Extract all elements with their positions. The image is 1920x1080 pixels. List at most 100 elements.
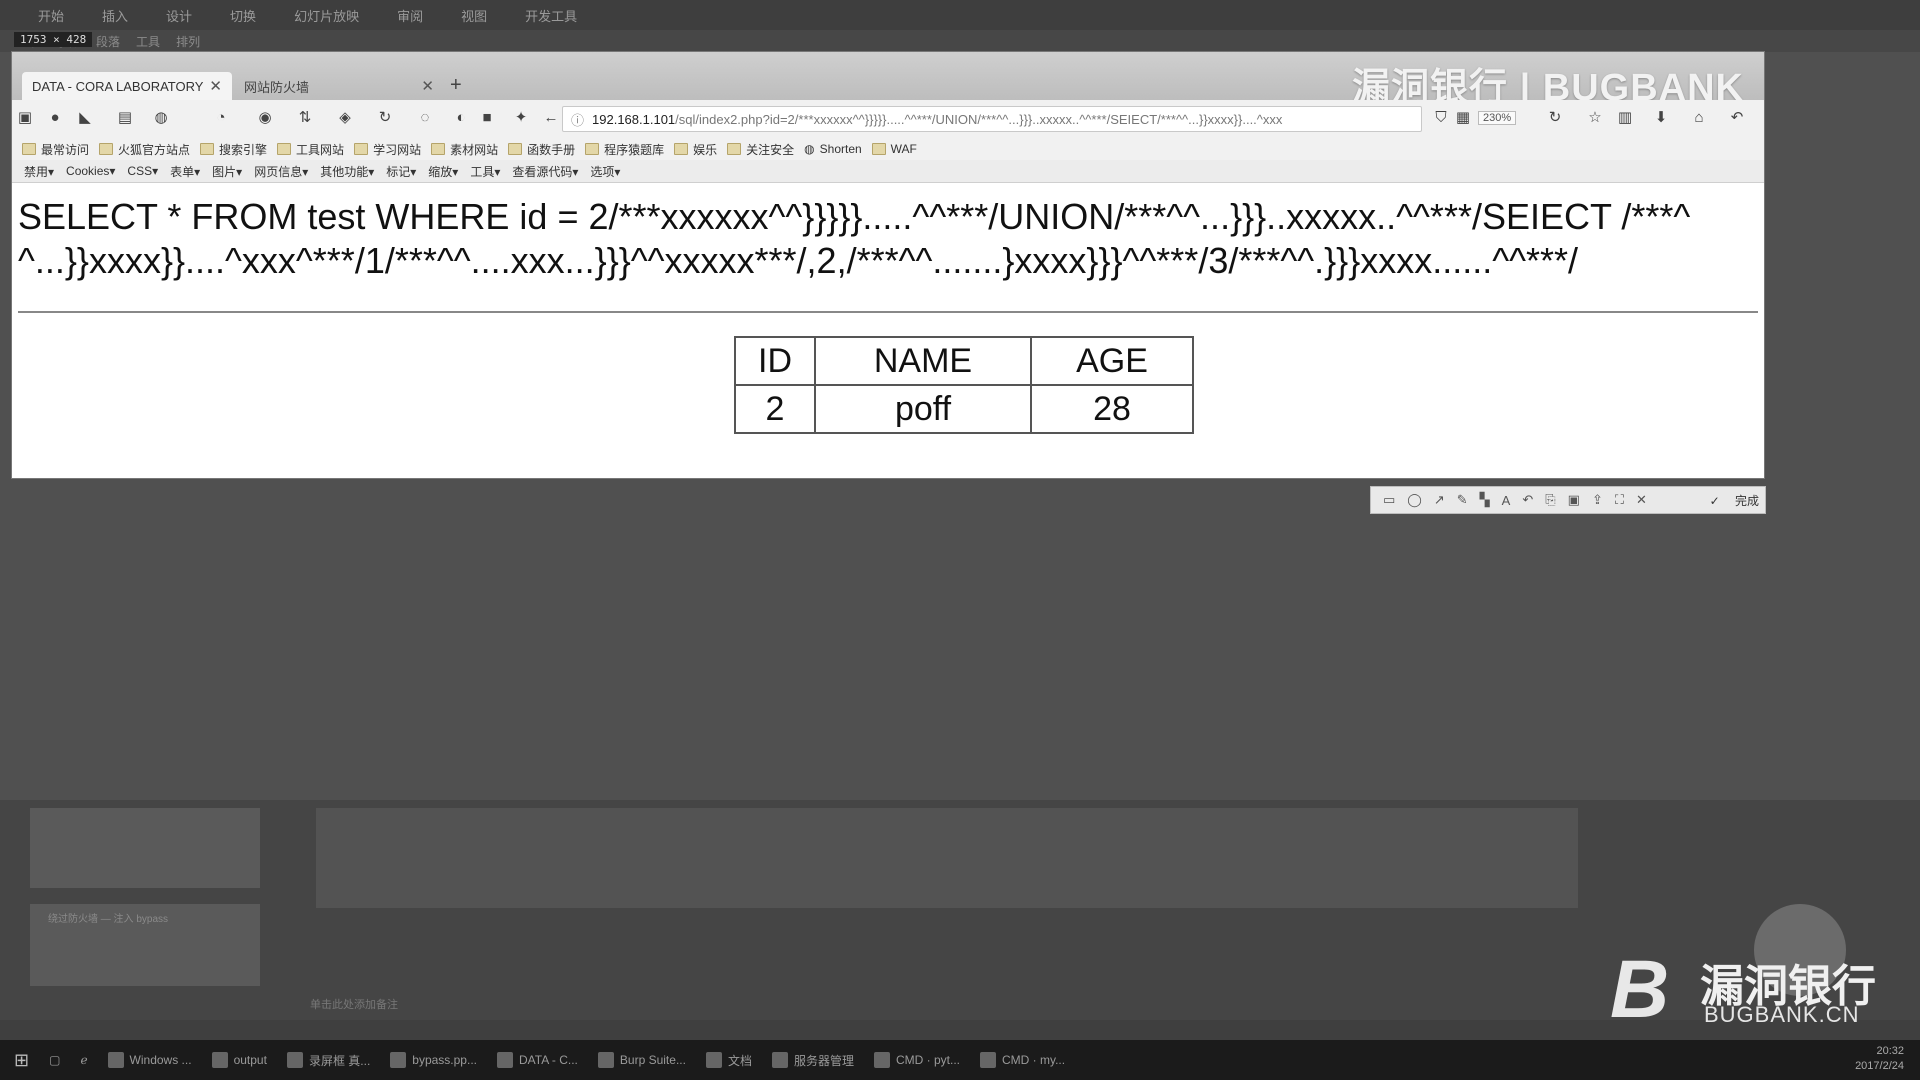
refresh-addon-icon[interactable]: ↻ [376, 109, 394, 127]
arrow-tool-icon[interactable]: ↗ [1434, 492, 1445, 508]
globe-icon[interactable]: ◍ [152, 109, 170, 127]
devtool-menu[interactable]: 查看源代码▾ [512, 163, 578, 180]
undo-icon[interactable]: ↶ [1728, 109, 1746, 127]
menu-item[interactable]: 开发工具 [525, 6, 577, 25]
system-clock[interactable]: 20:32 2017/2/24 [1855, 1044, 1904, 1074]
back-arrow-icon[interactable]: ← [542, 109, 560, 127]
lock-icon[interactable]: ◈ [336, 109, 354, 127]
wand-icon[interactable]: ✦ [512, 109, 530, 127]
table-row: 2 poff 28 [734, 384, 1194, 434]
devtool-menu[interactable]: 网页信息▾ [254, 163, 308, 180]
ribbon-item[interactable]: 工具 [136, 33, 160, 50]
download-icon[interactable]: ⬇ [1652, 109, 1670, 127]
bookmark-item[interactable]: 素材网站 [431, 141, 498, 158]
pen-tool-icon[interactable]: ✎ [1457, 492, 1468, 508]
done-button[interactable]: ✓ 完成 [1710, 492, 1759, 509]
bookmark-item[interactable]: 学习网站 [354, 141, 421, 158]
taskbar-app[interactable]: CMD · my... [980, 1052, 1065, 1068]
devtool-menu[interactable]: 标记▾ [386, 163, 416, 180]
star-icon[interactable]: ☆ [1586, 109, 1604, 127]
taskbar-app[interactable]: bypass.pp... [390, 1052, 477, 1068]
ellipse-tool-icon[interactable]: ◯ [1407, 492, 1422, 508]
menu-item[interactable]: 设计 [166, 6, 192, 25]
page-icon[interactable]: ▤ [116, 109, 134, 127]
devtool-menu[interactable]: 其他功能▾ [320, 163, 374, 180]
menu-item[interactable]: 视图 [461, 6, 487, 25]
slide-canvas[interactable] [316, 808, 1578, 908]
zoom-level[interactable]: 230% [1478, 111, 1517, 125]
taskbar-app[interactable]: 录屏框 真... [286, 1052, 370, 1069]
devtool-menu[interactable]: 表单▾ [170, 163, 200, 180]
shield-icon[interactable]: ◉ [256, 109, 274, 127]
text-tool-icon[interactable]: A [1502, 493, 1511, 508]
rectangle-tool-icon[interactable]: ▭ [1383, 492, 1395, 508]
swap-icon[interactable]: ⇅ [296, 109, 314, 127]
devtool-menu[interactable]: 缩放▾ [428, 163, 458, 180]
close-icon[interactable]: ✕ [209, 77, 222, 95]
info-icon[interactable]: ⓘ [571, 110, 584, 129]
sidebar-icon[interactable]: ▣ [16, 109, 34, 127]
devtool-menu[interactable]: 工具▾ [470, 163, 500, 180]
slide-thumbnail[interactable] [30, 808, 260, 888]
menu-item[interactable]: 切换 [230, 6, 256, 25]
shield-addon-icon[interactable]: ⛉ [1432, 109, 1450, 127]
taskbar-app[interactable]: Burp Suite... [597, 1052, 686, 1068]
bookmark-item[interactable]: WAF [871, 142, 917, 156]
devtool-menu[interactable]: CSS▾ [127, 164, 158, 178]
save-icon[interactable]: ⛶ [1615, 492, 1624, 508]
menu-item[interactable]: 幻灯片放映 [294, 6, 359, 25]
menu-item[interactable]: 审阅 [397, 6, 423, 25]
windows-start-icon[interactable]: ⊞ [14, 1050, 29, 1071]
addon-icon[interactable]: ◔ [212, 109, 230, 127]
bookmark-item[interactable]: 关注安全 [727, 141, 794, 158]
bookmark-item[interactable]: 工具网站 [277, 141, 344, 158]
copy-icon[interactable]: ⎘ [1545, 492, 1555, 508]
folder-icon [871, 143, 886, 155]
sql-query-text: SELECT * FROM test WHERE id = 2/***xxxxx… [18, 196, 1691, 281]
notes-placeholder[interactable]: 单击此处添加备注 [310, 996, 398, 1012]
taskbar-app[interactable]: Windows ... [107, 1052, 192, 1068]
taskbar-app[interactable]: 文档 [705, 1052, 752, 1069]
bookmark-item[interactable]: ◍ Shorten [804, 142, 862, 156]
new-tab-button[interactable]: + [450, 74, 462, 97]
devtool-menu[interactable]: 选项▾ [590, 163, 620, 180]
bookmark-item[interactable]: 最常访问 [22, 141, 89, 158]
pin-icon[interactable]: ▣ [1568, 492, 1580, 508]
bookmark-item[interactable]: 程序猿题库 [585, 141, 664, 158]
menu-item[interactable]: 插入 [102, 6, 128, 25]
record-icon[interactable]: ● [46, 109, 64, 127]
edge-icon[interactable]: ℯ [80, 1053, 87, 1067]
menu-item[interactable]: 开始 [38, 6, 64, 25]
close-icon[interactable]: ✕ [421, 77, 434, 95]
share-icon[interactable]: ⇪ [1592, 492, 1603, 508]
user-icon[interactable]: ◌ [416, 109, 434, 127]
taskbar-app-active[interactable]: DATA - C... [497, 1052, 578, 1068]
taskbar-app[interactable]: 服务器管理 [771, 1052, 854, 1069]
bookmark-item[interactable]: 搜索引擎 [200, 141, 267, 158]
reload-icon[interactable]: ↻ [1546, 109, 1564, 127]
mosaic-tool-icon[interactable]: ▚ [1480, 492, 1490, 508]
grid-icon[interactable]: ▦ [1454, 109, 1472, 127]
devtool-menu[interactable]: Cookies▾ [66, 164, 115, 178]
tab-waf[interactable]: 网站防火墙 ✕ [234, 72, 444, 100]
home-icon[interactable]: ⌂ [1690, 109, 1708, 127]
devtool-menu[interactable]: 禁用▾ [24, 163, 54, 180]
undo-icon[interactable]: ↶ [1522, 492, 1533, 508]
ribbon-item[interactable]: 段落 [96, 33, 120, 50]
devtool-menu[interactable]: 图片▾ [212, 163, 242, 180]
app-icon [211, 1052, 228, 1068]
color-picker-icon[interactable]: ◐ [452, 109, 470, 127]
url-bar[interactable]: ⓘ 192.168.1.101/sql/index2.php?id=2/***x… [562, 106, 1422, 132]
taskbar-app[interactable]: output [211, 1052, 267, 1068]
qr-icon[interactable]: ■ [478, 109, 496, 127]
cancel-icon[interactable]: ✕ [1636, 492, 1647, 508]
tab-data-cora[interactable]: DATA - CORA LABORATORY ✕ [22, 72, 232, 100]
bookmark-item[interactable]: 娱乐 [674, 141, 717, 158]
taskbar-app[interactable]: CMD · pyt... [873, 1052, 960, 1068]
bookmark-item[interactable]: 火狐官方站点 [99, 141, 190, 158]
bookmark-item[interactable]: 函数手册 [508, 141, 575, 158]
clipboard-icon[interactable]: ▥ [1616, 109, 1634, 127]
ribbon-item[interactable]: 排列 [176, 33, 200, 50]
task-view-icon[interactable]: ▢ [49, 1053, 60, 1067]
chart-icon[interactable]: ◣ [76, 109, 94, 127]
